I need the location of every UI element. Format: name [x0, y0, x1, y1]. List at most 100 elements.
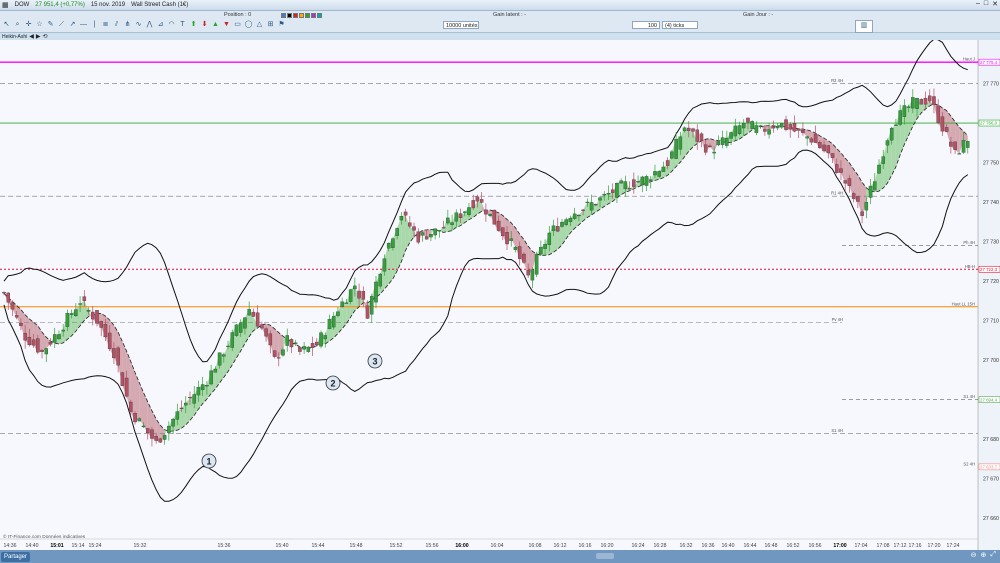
candle-body [154, 436, 158, 441]
candle-body [238, 322, 243, 333]
price-label: 27 750 [983, 161, 999, 167]
ray-icon[interactable]: ↗ [68, 20, 77, 29]
time-label: 16:36 [702, 543, 715, 549]
wave-icon[interactable]: ∿ [134, 20, 143, 29]
trendline-icon[interactable]: ⟋ [57, 20, 66, 29]
title-bar: ▦ DOW 27 951,4 (+0,77%) 15 nov. 2019 Wal… [0, 0, 1000, 11]
sell-icon[interactable]: ▼ [222, 20, 231, 29]
star-icon[interactable]: ☆ [35, 20, 44, 29]
time-label: 16:44 [744, 543, 757, 549]
candle-body [10, 302, 15, 310]
color-swatch-green[interactable] [305, 13, 310, 18]
scroll-handle[interactable] [596, 553, 614, 559]
text-icon[interactable]: T [178, 20, 187, 29]
candle-body [386, 243, 391, 249]
candle-body [725, 137, 729, 146]
zoom-in-icon[interactable]: ⊕ [981, 551, 987, 559]
triangle-icon[interactable]: △ [255, 20, 264, 29]
price-tag-s2: 27 633,7 [980, 464, 998, 469]
fibonacci-icon[interactable]: ≣ [101, 20, 110, 29]
time-label: 15:52 [390, 543, 403, 549]
candle-body [285, 335, 289, 346]
time-label: 16:08 [529, 543, 542, 549]
measure-icon[interactable]: ⊞ [266, 20, 275, 29]
color-swatch-teal[interactable] [317, 13, 322, 18]
candle-body [272, 350, 277, 357]
candle-body [488, 213, 492, 216]
candle-body [539, 247, 543, 255]
maximize-icon[interactable]: □ [984, 0, 988, 8]
candle-body [82, 296, 87, 301]
time-label: 16:04 [491, 543, 504, 549]
instrument-name[interactable]: DOW [15, 2, 30, 8]
zoom-icon[interactable]: ⌕ [13, 20, 22, 29]
ticks-unit-select[interactable]: (4) ticks [662, 21, 698, 29]
candle-body [74, 309, 78, 317]
time-label: 16:32 [680, 543, 693, 549]
arc-icon[interactable]: ◠ [167, 20, 176, 29]
level-label-s1a: S1 4H [963, 394, 975, 399]
time-label: 15:56 [426, 543, 439, 549]
chart-style-label[interactable]: Heikin-Ashi [2, 34, 27, 40]
share-button[interactable]: Partager [1, 551, 31, 562]
chart-type-icon[interactable]: ▥ [855, 20, 873, 33]
close-icon[interactable]: ✕ [992, 0, 998, 8]
candle-body [31, 339, 36, 346]
crosshair-icon[interactable]: ✛ [24, 20, 33, 29]
gann-icon[interactable]: ⊿ [156, 20, 165, 29]
candle-body [788, 124, 792, 130]
buy-icon[interactable]: ▲ [211, 20, 220, 29]
horizontal-line-icon[interactable]: — [79, 20, 88, 29]
candle-body [716, 141, 721, 146]
candle-body [581, 209, 585, 211]
rectangle-icon[interactable]: ▭ [233, 20, 242, 29]
candle-body [331, 316, 336, 328]
color-swatch-red[interactable] [293, 13, 298, 18]
candle-body [640, 176, 645, 186]
candle-body [391, 238, 395, 248]
candle-body [52, 334, 57, 343]
candle-body [695, 129, 699, 142]
ticks-field[interactable]: 100 [632, 21, 660, 29]
nav-reset-icon[interactable]: ⟲ [43, 33, 48, 40]
source-text: © IT-Finance.com Données indicatives [3, 533, 86, 540]
candle-body [496, 220, 501, 231]
candlestick-chart[interactable]: 14:36 14:40 15:01 15:14 15:24 15:32 15:36 15:40… [0, 38, 1000, 550]
price-tag-green: 27 766,0 [980, 121, 998, 126]
vertical-line-icon[interactable]: | [90, 20, 99, 29]
nav-forward-icon[interactable]: ▶ [36, 33, 41, 40]
candle-body [327, 319, 332, 329]
pitchfork-icon[interactable]: ⋔ [123, 20, 132, 29]
arrow-up-icon[interactable]: ⬆ [189, 20, 198, 29]
pencil-icon[interactable]: ✎ [46, 20, 55, 29]
zoom-out-icon[interactable]: ⊖ [971, 551, 977, 559]
fit-icon[interactable]: ⤢ [990, 551, 996, 559]
price-label: 27 710 [983, 319, 999, 325]
channel-icon[interactable]: ⫽ [112, 20, 121, 29]
color-swatch-orange[interactable] [299, 13, 304, 18]
quantity-field[interactable]: 10000 unités [443, 21, 479, 29]
nav-back-icon[interactable]: ◀ [29, 33, 34, 40]
candle-body [222, 354, 226, 357]
arrow-down-icon[interactable]: ⬇ [200, 20, 209, 29]
candle-body [14, 315, 19, 318]
app-menu-icon[interactable]: ▦ [2, 1, 9, 9]
time-label: 15:01 [50, 543, 63, 549]
alert-icon[interactable]: ⚑ [277, 20, 286, 29]
ellipse-icon[interactable]: ◯ [244, 20, 253, 29]
cursor-icon[interactable]: ↖ [2, 20, 11, 29]
minimize-icon[interactable]: – [976, 0, 980, 8]
pattern-icon[interactable]: ⋀ [145, 20, 154, 29]
time-label: 16:52 [787, 543, 800, 549]
candle-body [124, 377, 129, 397]
candle-body [23, 332, 27, 341]
color-swatch-black[interactable] [287, 13, 292, 18]
candle-body [36, 338, 40, 353]
candle-body [915, 97, 919, 109]
candle-body [784, 119, 788, 130]
candle-body [378, 273, 382, 287]
color-swatch-blue[interactable] [281, 13, 286, 18]
candle-body [543, 244, 547, 249]
chart-area[interactable]: 14:36 14:40 15:01 15:14 15:24 15:32 15:36 15:40… [0, 38, 1000, 550]
color-swatch-purple[interactable] [311, 13, 316, 18]
